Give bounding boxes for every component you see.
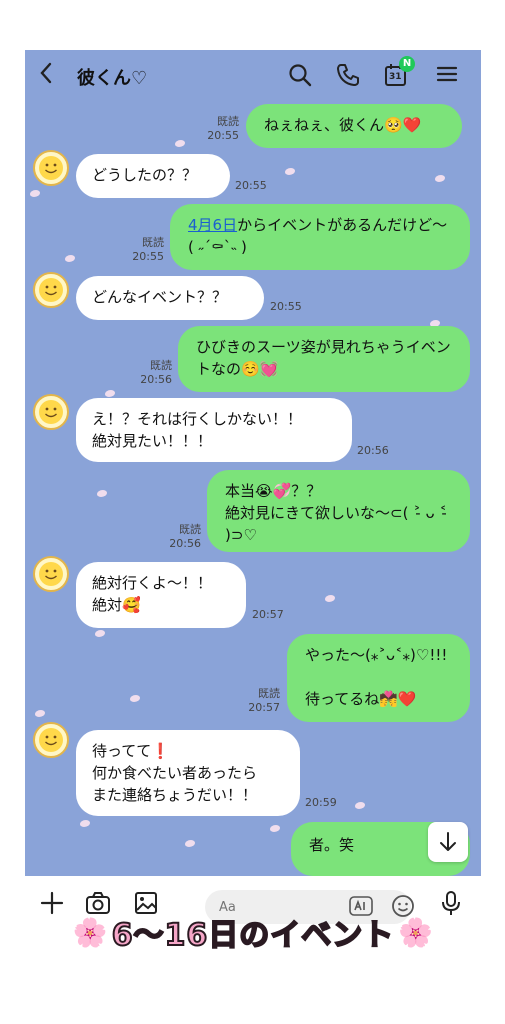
avatar[interactable] bbox=[33, 556, 69, 592]
message-meta: 既読 20:57 bbox=[244, 687, 280, 715]
event-banner: 🌸 6〜16日のイベント 🌸 bbox=[29, 908, 477, 956]
message-bubble-theirs[interactable]: 絶対行くよ〜！！ 絶対🥰 bbox=[76, 562, 246, 628]
message-time: 20:59 bbox=[305, 796, 337, 809]
message-bubble-mine[interactable]: ねぇねぇ、彼くん🥺❤️ bbox=[246, 104, 462, 148]
message-time: 20:55 bbox=[235, 179, 267, 192]
message-bubble-mine[interactable]: やった〜(⁎˃ᴗ˂⁎)♡!!! 待ってるね💏❤️ bbox=[287, 634, 470, 722]
message-time: 20:56 bbox=[357, 444, 389, 457]
message-time: 20:57 bbox=[248, 701, 280, 714]
smiley-icon bbox=[39, 400, 63, 424]
message-time: 20:55 bbox=[207, 129, 239, 142]
calendar-badge: N bbox=[399, 56, 415, 72]
message-time: 20:56 bbox=[140, 373, 172, 386]
smiley-icon bbox=[39, 156, 63, 180]
message-input-bar: 🌸 6〜16日のイベント 🌸 bbox=[25, 876, 481, 972]
avatar[interactable] bbox=[33, 150, 69, 186]
message-bubble-theirs[interactable]: 待ってて❗️ 何か食べたい者あったら また連絡ちょうだい！！ bbox=[76, 730, 300, 816]
read-receipt: 既読 bbox=[150, 359, 172, 372]
message-meta: 既読 20:55 bbox=[128, 236, 164, 264]
message-time: 20:56 bbox=[169, 537, 201, 550]
message-meta: 既読 20:56 bbox=[136, 359, 172, 387]
message-bubble-theirs[interactable]: え！？それは行くしかない！！ 絶対見たい！！！ bbox=[76, 398, 352, 462]
message-time: 20:55 bbox=[270, 300, 302, 313]
calendar-icon[interactable]: 31 N bbox=[383, 56, 415, 88]
message-bubble-mine[interactable]: 本当😭💞？？ 絶対見にきて欲しいな〜⊂( ˃̵ ᴗ ˂̵ )⊃♡ bbox=[207, 470, 470, 552]
message-meta: 既読 20:55 bbox=[203, 115, 239, 143]
avatar[interactable] bbox=[33, 394, 69, 430]
message-bubble-mine[interactable]: 4月6日からイベントがあるんだけど〜( ˶´⚰︎`˵ ) bbox=[170, 204, 470, 270]
sakura-flower-icon: 🌸 bbox=[72, 915, 108, 949]
message-time: 20:55 bbox=[132, 250, 164, 263]
smiley-icon bbox=[39, 562, 63, 586]
read-receipt: 既読 bbox=[258, 687, 280, 700]
message-bubble-theirs[interactable]: どんなイベント？？ bbox=[76, 276, 264, 320]
calendar-day: 31 bbox=[389, 72, 402, 82]
message-bubble-theirs[interactable]: どうしたの？？ bbox=[76, 154, 230, 198]
search-icon[interactable] bbox=[287, 62, 313, 88]
date-link[interactable]: 4月6日 bbox=[188, 216, 237, 234]
smiley-icon bbox=[39, 278, 63, 302]
message-meta: 既読 20:56 bbox=[165, 523, 201, 551]
chat-header: 彼くん♡ 31 N bbox=[25, 50, 481, 98]
avatar[interactable] bbox=[33, 722, 69, 758]
phone-icon[interactable] bbox=[335, 62, 361, 88]
message-time: 20:57 bbox=[252, 608, 284, 621]
read-receipt: 既読 bbox=[179, 523, 201, 536]
scroll-to-bottom-button[interactable] bbox=[428, 822, 468, 862]
menu-icon[interactable] bbox=[435, 62, 461, 88]
sakura-flower-icon: 🌸 bbox=[398, 915, 434, 949]
chat-screen: 彼くん♡ 31 N 既読 20:55 ねぇねぇ、彼くん🥺❤️ どうしたの？？ 2… bbox=[25, 50, 481, 972]
chevron-left-icon[interactable] bbox=[39, 62, 53, 90]
message-bubble-mine[interactable]: ひびきのスーツ姿が見れちゃうイベントなの☺️💓 bbox=[178, 326, 470, 392]
banner-text: 6〜16日のイベント bbox=[111, 917, 395, 954]
read-receipt: 既読 bbox=[142, 236, 164, 249]
avatar[interactable] bbox=[33, 272, 69, 308]
chat-title: 彼くん♡ bbox=[77, 68, 148, 89]
smiley-icon bbox=[39, 728, 63, 752]
arrow-down-icon bbox=[440, 832, 456, 851]
read-receipt: 既読 bbox=[217, 115, 239, 128]
